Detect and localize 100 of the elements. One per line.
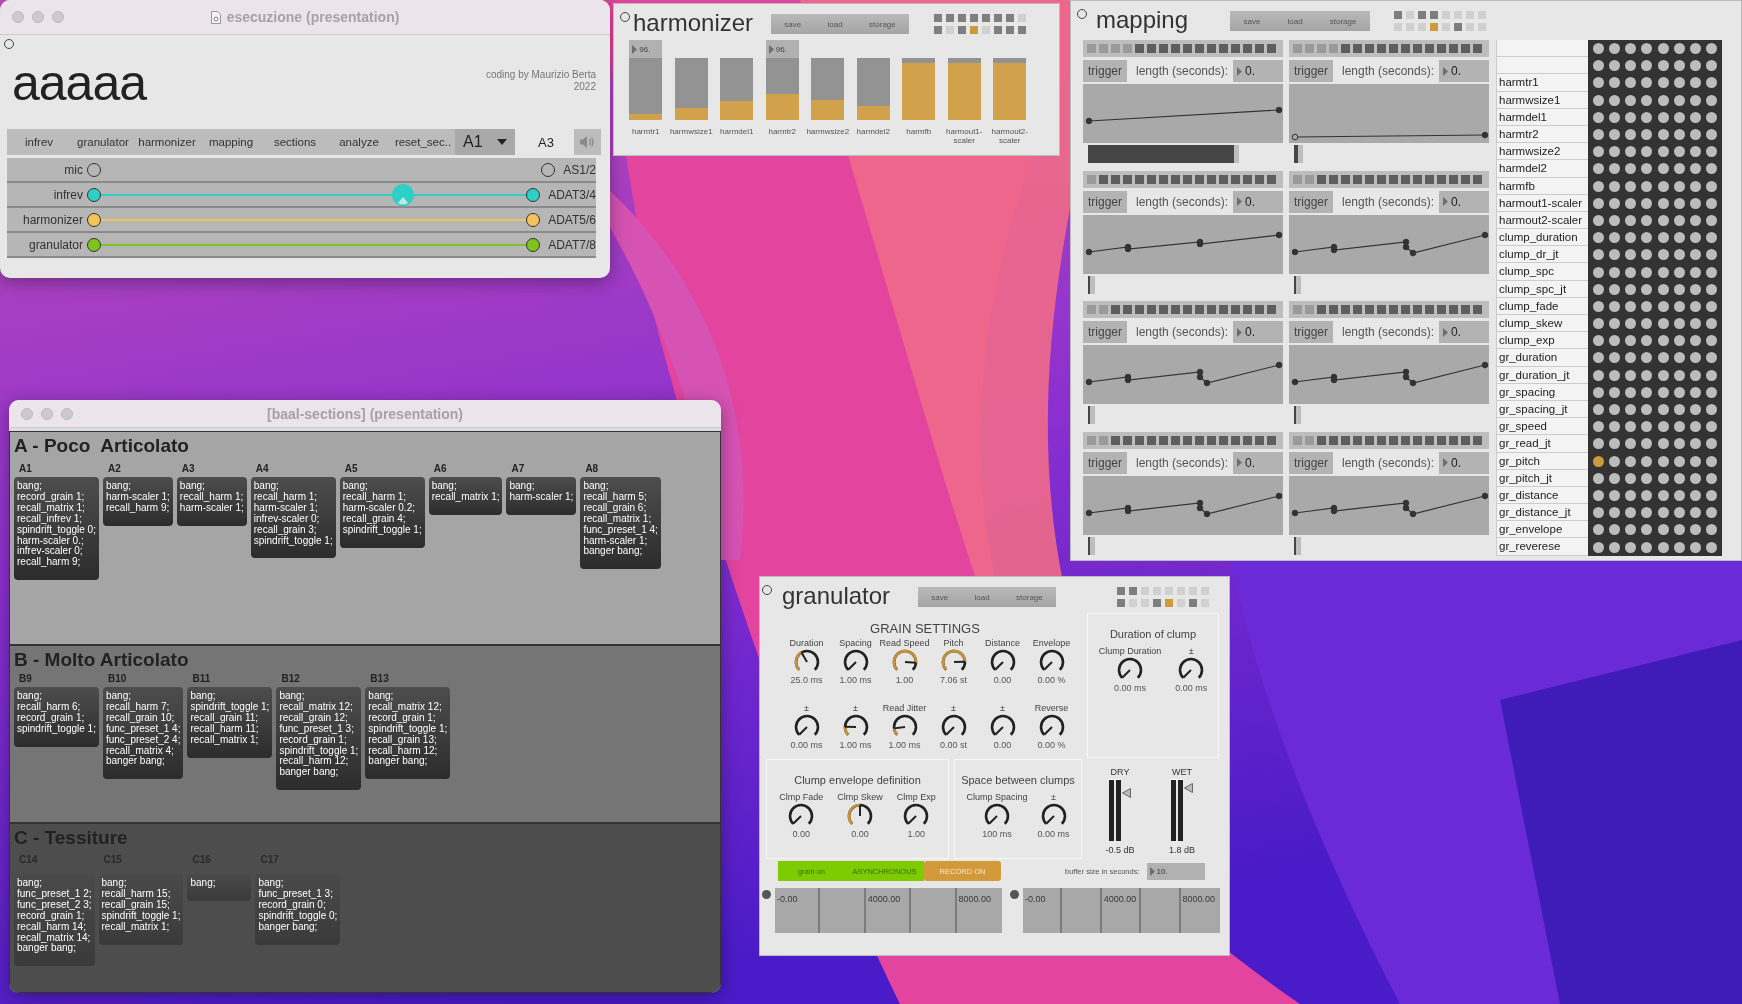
- knob-value: 0.00 %: [1037, 740, 1066, 750]
- knob-value: 0.00 st: [940, 740, 967, 750]
- knob-label: Pitch: [943, 638, 964, 648]
- cue-label: A8: [584, 463, 600, 476]
- output-label: AS1/2: [562, 162, 596, 177]
- matrix-row-label: gr_reverese: [1496, 538, 1588, 556]
- knob-value: 7.06 st: [940, 675, 967, 685]
- knob-label: Reverse: [1034, 703, 1069, 713]
- knob-label: Clump Spacing: [966, 792, 1028, 802]
- input-label: harmonizer: [21, 212, 84, 227]
- output-label: ADAT7/8: [547, 237, 596, 252]
- knob-label: Read Jitter: [882, 703, 927, 713]
- knob-label: Spacing: [839, 638, 872, 648]
- knob-label: Duration: [789, 638, 824, 648]
- matrix-row-label: harmwsize2: [1496, 143, 1588, 161]
- cue-label: A4: [254, 463, 270, 476]
- knob-value: 0.00: [851, 829, 869, 839]
- cue-label: B13: [369, 673, 390, 686]
- length-label: length (seconds):: [1136, 194, 1230, 209]
- cue-label: A7: [510, 463, 526, 476]
- axis-label: 4000.00: [866, 894, 901, 904]
- slider-label: harmwsize1: [668, 127, 714, 136]
- meter-value: 1.8 dB: [1169, 845, 1195, 855]
- meter-label: DRY: [1110, 767, 1130, 777]
- knob-label: ±: [804, 703, 809, 713]
- cue-label: A5: [343, 463, 359, 476]
- section-title: GRAIN SETTINGS: [870, 621, 980, 636]
- group-title: Duration of clump: [1109, 628, 1197, 640]
- knob-value: 100 ms: [982, 829, 1012, 839]
- knob-label: Read Speed: [879, 638, 930, 648]
- slider-label: harmout2-scaler: [990, 127, 1029, 145]
- group-title: Space between clumps: [961, 774, 1075, 786]
- matrix-row-label: harmtr1: [1496, 74, 1588, 92]
- slider-label: harmwsize2: [805, 127, 851, 136]
- slider-label: harmfb: [905, 127, 933, 136]
- length-label: length (seconds):: [1342, 64, 1436, 78]
- knob-value: 0.00: [993, 675, 1012, 685]
- cue-label: A3: [180, 463, 196, 476]
- knob-label: Clump Duration: [1098, 646, 1162, 656]
- cue-label: B12: [280, 673, 301, 686]
- output-label: ADAT5/6: [547, 212, 596, 227]
- cue-label: A6: [432, 463, 448, 476]
- matrix-row-label: gr_duration: [1496, 349, 1588, 367]
- matrix-row-label: gr_speed: [1496, 418, 1588, 436]
- input-label: infrev: [52, 187, 84, 202]
- matrix-row-label: gr_distance_jt: [1496, 504, 1588, 522]
- knob-label: Distance: [985, 638, 1020, 648]
- length-label: length (seconds):: [1136, 325, 1230, 340]
- slider-label: harmdel1: [719, 127, 755, 136]
- knob-label: Envelope: [1032, 638, 1071, 648]
- matrix-row-label: clump_skew: [1496, 315, 1588, 333]
- cue-label: A1: [18, 463, 33, 476]
- slider-label: harmdel2: [855, 127, 891, 136]
- knob-label: ±: [1188, 646, 1194, 656]
- length-label: length (seconds):: [1342, 325, 1436, 340]
- group-title: Clump envelope definition: [794, 774, 921, 786]
- axis-label: 4000.00: [1102, 894, 1137, 904]
- meter-label: WET: [1172, 767, 1192, 777]
- length-label: length (seconds):: [1136, 64, 1230, 78]
- cue-label: A2: [106, 463, 122, 476]
- axis-label: 8000.00: [1181, 894, 1216, 904]
- panel-title: mapping: [1096, 6, 1190, 34]
- knob-value: 0.00: [993, 740, 1012, 750]
- meter-value: -0.5 dB: [1105, 845, 1135, 855]
- cue-label: B11: [191, 673, 212, 686]
- credit-text: 2022: [573, 81, 596, 93]
- knob-value: 0.00: [792, 829, 810, 839]
- output-label: ADAT3/4: [547, 187, 596, 202]
- slider-label: harmtr2: [767, 127, 798, 136]
- knob-label: Clmp Exp: [896, 792, 936, 802]
- axis-label: -0.00: [776, 894, 798, 904]
- length-label: length (seconds):: [1342, 455, 1436, 470]
- axis-label: -0.00: [1024, 894, 1046, 904]
- cue-label: A3: [537, 134, 555, 150]
- knob-value: 0.00 ms: [1037, 829, 1070, 839]
- cue-label: B9: [18, 673, 33, 686]
- matrix-row-label: clump_spc: [1496, 263, 1588, 281]
- matrix-row-label: clump_duration: [1496, 229, 1588, 247]
- knob-value: 1.00 ms: [839, 675, 872, 685]
- knob-value: 0.00 ms: [1175, 683, 1208, 693]
- slider-label: harmout1-scaler: [945, 127, 984, 145]
- patch-heading: aaaaa: [11, 55, 147, 113]
- axis-label: 8000.00: [957, 894, 992, 904]
- knob-value: 1.00 ms: [839, 740, 872, 750]
- cue-label: B10: [106, 673, 128, 686]
- credit-text: coding by Maurizio Berta: [485, 69, 596, 81]
- knob-value: 25.0 ms: [790, 675, 823, 685]
- knob-label: ±: [853, 703, 858, 713]
- slider-label: harmtr1: [630, 127, 661, 136]
- knob-value: 0.00 ms: [790, 740, 823, 750]
- panel-title: granulator: [782, 582, 892, 610]
- knob-value: 1.00 ms: [888, 740, 921, 750]
- knob-label: Clmp Fade: [779, 792, 824, 802]
- knob-value: 1.00: [907, 829, 925, 839]
- knob-label: ±: [951, 703, 956, 713]
- matrix-row-label: harmdel2: [1496, 160, 1588, 178]
- section-title: B - Molto Articolato: [14, 649, 190, 671]
- section-title: A - Poco Articolato: [14, 435, 190, 457]
- matrix-row-label: gr_envelope: [1496, 521, 1588, 539]
- input-label: granulator: [27, 237, 84, 252]
